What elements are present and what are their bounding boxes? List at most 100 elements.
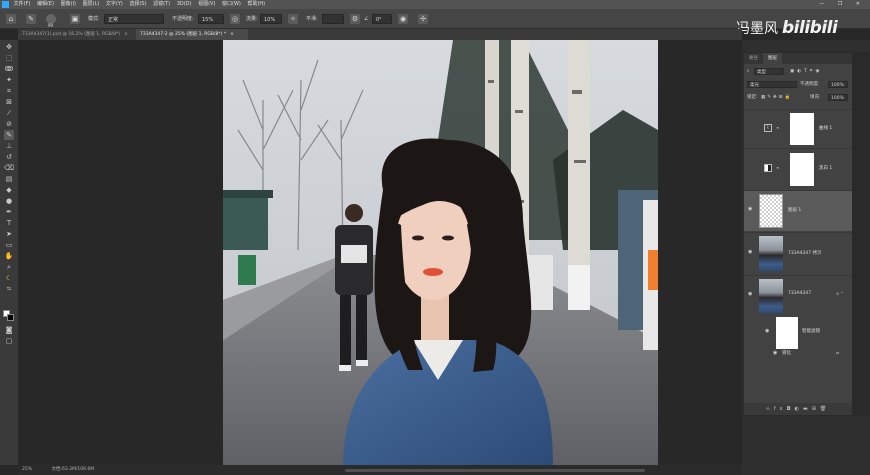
menu-view[interactable]: 视图(V) — [198, 0, 215, 9]
close-tab-icon[interactable]: × — [230, 32, 234, 37]
eye-icon[interactable]: ◉ — [765, 328, 769, 334]
swap-colors-icon[interactable]: ⇆ — [4, 284, 14, 294]
zoom-tool-icon[interactable]: ⌕ — [4, 262, 14, 272]
brush-tool-icon[interactable]: ✎ — [4, 130, 14, 140]
path-selection-tool-icon[interactable]: ➤ — [4, 229, 14, 239]
layer-name[interactable]: 液化 — [782, 350, 791, 356]
eye-icon[interactable]: ◉ — [748, 249, 752, 255]
menu-help[interactable]: 帮助(H) — [247, 0, 265, 9]
magic-wand-tool-icon[interactable]: ✦ — [4, 75, 14, 85]
layer-mask-thumbnail[interactable] — [790, 153, 814, 186]
blend-mode-select[interactable]: 柔光 — [747, 81, 797, 88]
pressure-size-icon[interactable]: ◉ — [398, 14, 408, 24]
layer-row-layer-1[interactable]: ◉ 图层 1 — [744, 190, 852, 231]
menu-layer[interactable]: 图层(L) — [83, 0, 100, 9]
menu-edit[interactable]: 编辑(E) — [37, 0, 54, 9]
layer-row-black-white-1[interactable]: · ∞ 黑白 1 — [744, 148, 852, 189]
eye-icon[interactable]: ◉ — [773, 350, 777, 356]
document-size[interactable]: 文档:63.3M/106.6M — [51, 467, 94, 472]
document-tab-2[interactable]: 733A4347-2 @ 25% (图层 1, RGB/8*) * × — [136, 29, 248, 40]
angle-icon[interactable]: ∠ — [364, 14, 368, 24]
opacity-field[interactable]: 15% — [198, 14, 224, 24]
pressure-opacity-icon[interactable]: ◎ — [230, 14, 240, 24]
frame-tool-icon[interactable]: ⊠ — [4, 97, 14, 107]
visibility-toggle-off[interactable]: · — [748, 165, 750, 171]
fill-field[interactable]: 100% — [828, 94, 848, 101]
layer-mask-thumbnail[interactable] — [790, 113, 814, 145]
layer-name[interactable]: 图层 1 — [788, 207, 801, 213]
airbrush-icon[interactable]: ✧ — [288, 14, 298, 24]
brush-preset-icon[interactable]: ✎ — [26, 14, 36, 24]
filter-options-icon[interactable]: ⇌ — [836, 350, 839, 355]
lock-icons[interactable]: ▦✎✥⊞🔒 — [761, 92, 792, 103]
background-color-swatch[interactable] — [7, 314, 14, 321]
hand-tool-icon[interactable]: ✋ — [4, 251, 14, 261]
clone-stamp-tool-icon[interactable]: ⊥ — [4, 141, 14, 151]
layer-style-icon[interactable]: fx — [774, 406, 787, 412]
angle-field[interactable]: 0° — [372, 14, 392, 24]
menu-window[interactable]: 窗口(W) — [222, 0, 241, 9]
home-icon[interactable]: ⌂ — [6, 14, 16, 24]
edit-toolbar-icon[interactable]: ☾ — [4, 273, 14, 283]
screen-mode-icon[interactable]: ▢ — [4, 336, 14, 346]
symmetry-icon[interactable]: ✢ — [418, 14, 428, 24]
eraser-tool-icon[interactable]: ⌫ — [4, 163, 14, 173]
layer-row-curves-1[interactable]: · ⌇ ∞ 曲线 1 — [744, 109, 852, 147]
move-tool-icon[interactable]: ✥ — [4, 42, 14, 52]
delete-layer-icon[interactable]: 🗑 — [820, 406, 830, 412]
layer-name[interactable]: 曲线 1 — [819, 125, 832, 131]
document-canvas-photo[interactable] — [223, 40, 658, 468]
flow-field[interactable]: 10% — [260, 14, 282, 24]
pen-tool-icon[interactable]: ✒ — [4, 207, 14, 217]
menu-filter[interactable]: 滤镜(T) — [153, 0, 170, 9]
history-brush-tool-icon[interactable]: ↺ — [4, 152, 14, 162]
eye-icon[interactable]: ◉ — [748, 206, 752, 212]
layer-thumbnail[interactable] — [759, 236, 783, 271]
chain-link-icon[interactable]: ∞ — [776, 165, 779, 170]
lasso-tool-icon[interactable]: ↂ — [4, 64, 14, 74]
blur-tool-icon[interactable]: ◆ — [4, 185, 14, 195]
layer-name[interactable]: 733A4347 拷贝 — [788, 250, 822, 256]
add-mask-icon[interactable]: ◘ — [787, 406, 795, 412]
quick-mask-icon[interactable]: ◙ — [4, 325, 14, 335]
crop-tool-icon[interactable]: ⌗ — [4, 86, 14, 96]
gradient-tool-icon[interactable]: ▤ — [4, 174, 14, 184]
menu-select[interactable]: 选择(S) — [129, 0, 146, 9]
menu-file[interactable]: 文件(F) — [14, 0, 31, 9]
eyedropper-tool-icon[interactable]: ⁄ — [4, 108, 14, 118]
menu-type[interactable]: 文字(Y) — [106, 0, 123, 9]
mode-select[interactable]: 正常 — [104, 14, 164, 24]
new-group-icon[interactable]: ▬ — [803, 406, 812, 412]
close-tab-icon[interactable]: × — [124, 32, 128, 37]
eye-icon[interactable]: ◉ — [748, 291, 752, 297]
layer-row-photo-copy[interactable]: ◉ 733A4347 拷贝 — [744, 232, 852, 274]
type-tool-icon[interactable]: T — [4, 218, 14, 228]
zoom-level[interactable]: 25% — [22, 467, 32, 472]
layer-name[interactable]: 智能滤镜 — [802, 328, 820, 334]
visibility-toggle-off[interactable]: · — [748, 125, 750, 131]
layer-row-liquify[interactable]: ◉ 液化 ⇌ — [744, 350, 852, 360]
layer-thumbnail[interactable] — [759, 194, 783, 228]
menu-image[interactable]: 图像(I) — [61, 0, 76, 9]
filter-kind-select[interactable]: 类型 — [754, 68, 784, 75]
adjustment-layer-icon[interactable]: ◐ — [795, 406, 803, 412]
smoothing-field[interactable] — [322, 14, 344, 24]
filter-mask-thumbnail[interactable] — [776, 317, 798, 349]
dodge-tool-icon[interactable]: ● — [4, 196, 14, 206]
horizontal-scrollbar[interactable] — [345, 469, 645, 472]
link-layers-icon[interactable]: ∞ — [766, 406, 774, 412]
document-tab-1[interactable]: 733A4347(1).psd @ 16.2% (图层 1, RGB/8*) × — [18, 29, 134, 40]
healing-brush-tool-icon[interactable]: ⊘ — [4, 119, 14, 129]
menu-3d[interactable]: 3D(D) — [177, 0, 192, 9]
layer-row-photo[interactable]: ◉ 733A4347 ⊙ ⌃ — [744, 275, 852, 315]
rectangle-tool-icon[interactable]: ▭ — [4, 240, 14, 250]
layer-row-smart-filters[interactable]: ◉ 智能滤镜 — [744, 316, 852, 350]
filter-icons[interactable]: ▣◐T⌗◉ — [790, 66, 822, 77]
dock-scrollbar[interactable] — [853, 52, 870, 416]
layer-opacity-field[interactable]: 100% — [828, 81, 848, 88]
tab-layers[interactable]: 图层 — [763, 53, 782, 64]
tab-paths[interactable]: 路径 — [744, 53, 763, 64]
chain-link-icon[interactable]: ∞ — [776, 125, 779, 130]
marquee-tool-icon[interactable]: ⬚ — [4, 53, 14, 63]
layer-name[interactable]: 733A4347 — [788, 291, 811, 296]
